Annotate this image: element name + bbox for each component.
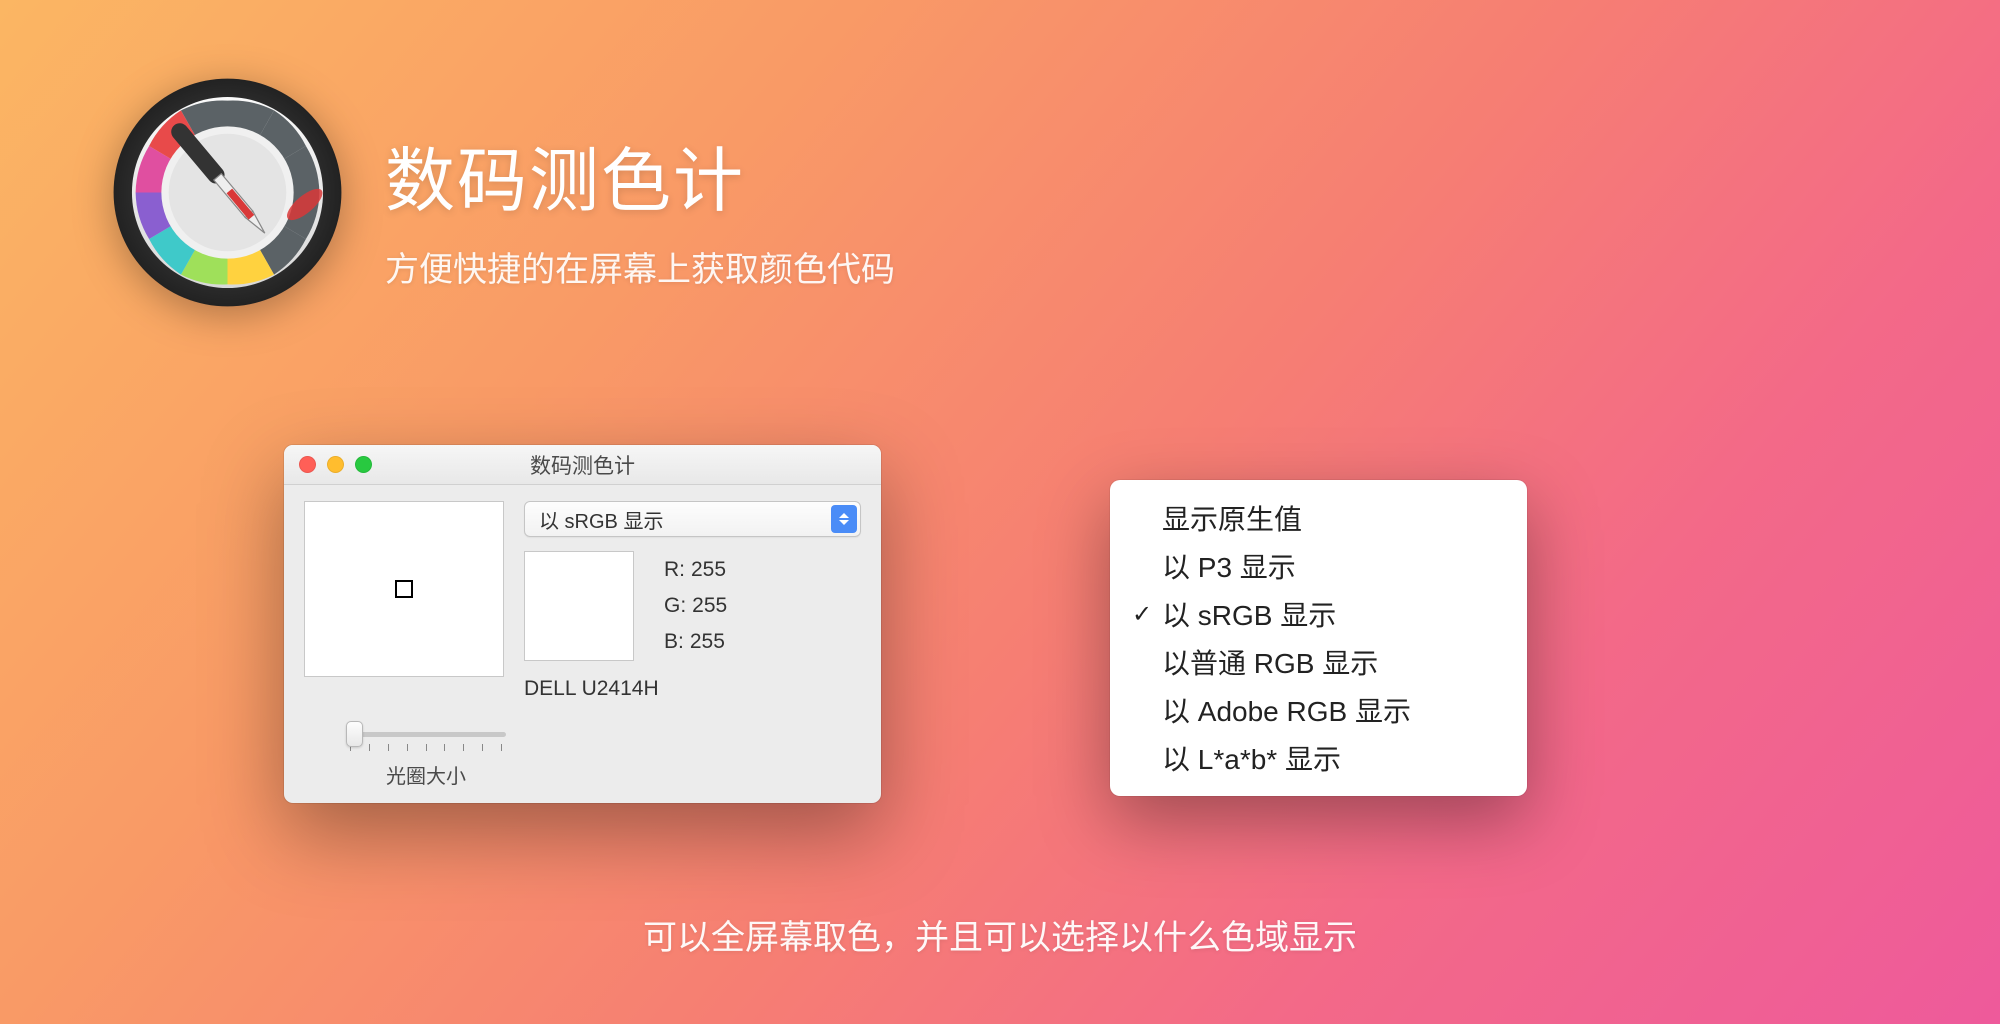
close-button[interactable] <box>299 456 316 473</box>
b-value: 255 <box>690 624 725 660</box>
sample-indicator-icon <box>395 580 413 598</box>
r-label: R: <box>664 552 685 588</box>
monitor-name: DELL U2414H <box>524 677 861 701</box>
app-window: 数码测色计 以 sRGB 显示 R:255 G:255 B:255 <box>284 445 881 803</box>
zoom-button[interactable] <box>355 456 372 473</box>
g-value: 255 <box>692 588 727 624</box>
magnifier-column <box>304 501 504 701</box>
menu-item-native[interactable]: 显示原生值 <box>1110 494 1527 542</box>
titlebar[interactable]: 数码测色计 <box>284 445 881 485</box>
hero-text: 数码测色计 方便快捷的在屏幕上获取颜色代码 <box>385 95 895 291</box>
aperture-slider-area: 光圈大小 <box>346 722 506 789</box>
window-title: 数码测色计 <box>284 450 881 480</box>
menu-item-label: 以 P3 显示 <box>1162 546 1296 586</box>
dropdown-selected-label: 以 sRGB 显示 <box>539 505 663 534</box>
slider-ticks <box>350 744 502 751</box>
r-value: 255 <box>691 552 726 588</box>
menu-item-label: 以 L*a*b* 显示 <box>1162 738 1341 778</box>
menu-item-label: 以普通 RGB 显示 <box>1162 642 1378 682</box>
slider-knob[interactable] <box>346 721 363 747</box>
caption-text: 可以全屏幕取色，并且可以选择以什么色域显示 <box>0 910 2000 959</box>
menu-item-generic-rgb[interactable]: 以普通 RGB 显示 <box>1110 638 1527 686</box>
slider-label: 光圈大小 <box>346 760 506 789</box>
menu-item-label: 以 Adobe RGB 显示 <box>1162 690 1411 730</box>
traffic-lights <box>299 456 372 473</box>
hero-title: 数码测色计 <box>385 125 895 226</box>
slider-track <box>346 732 506 737</box>
dropdown-arrows-icon <box>831 505 857 533</box>
colorspace-menu: 显示原生值 以 P3 显示 ✓ 以 sRGB 显示 以普通 RGB 显示 以 A… <box>1110 480 1527 796</box>
color-swatch <box>524 551 634 661</box>
g-label: G: <box>664 588 686 624</box>
hero-subtitle: 方便快捷的在屏幕上获取颜色代码 <box>385 242 895 291</box>
color-readout: R:255 G:255 B:255 <box>524 551 861 661</box>
menu-item-p3[interactable]: 以 P3 显示 <box>1110 542 1527 590</box>
rgb-values: R:255 G:255 B:255 <box>664 552 727 659</box>
minimize-button[interactable] <box>327 456 344 473</box>
menu-item-label: 显示原生值 <box>1162 498 1302 538</box>
hero-section: 数码测色计 方便快捷的在屏幕上获取颜色代码 <box>105 70 895 315</box>
app-icon <box>105 70 350 315</box>
menu-item-adobe-rgb[interactable]: 以 Adobe RGB 显示 <box>1110 686 1527 734</box>
colorspace-dropdown[interactable]: 以 sRGB 显示 <box>524 501 861 537</box>
menu-item-lab[interactable]: 以 L*a*b* 显示 <box>1110 734 1527 782</box>
window-body: 以 sRGB 显示 R:255 G:255 B:255 DELL U2414H <box>284 485 881 713</box>
b-label: B: <box>664 624 684 660</box>
details-column: 以 sRGB 显示 R:255 G:255 B:255 DELL U2414H <box>524 501 861 701</box>
menu-item-label: 以 sRGB 显示 <box>1162 594 1336 634</box>
menu-item-srgb[interactable]: ✓ 以 sRGB 显示 <box>1110 590 1527 638</box>
check-icon: ✓ <box>1132 600 1162 629</box>
aperture-slider[interactable] <box>346 722 506 746</box>
magnifier-view <box>304 501 504 677</box>
